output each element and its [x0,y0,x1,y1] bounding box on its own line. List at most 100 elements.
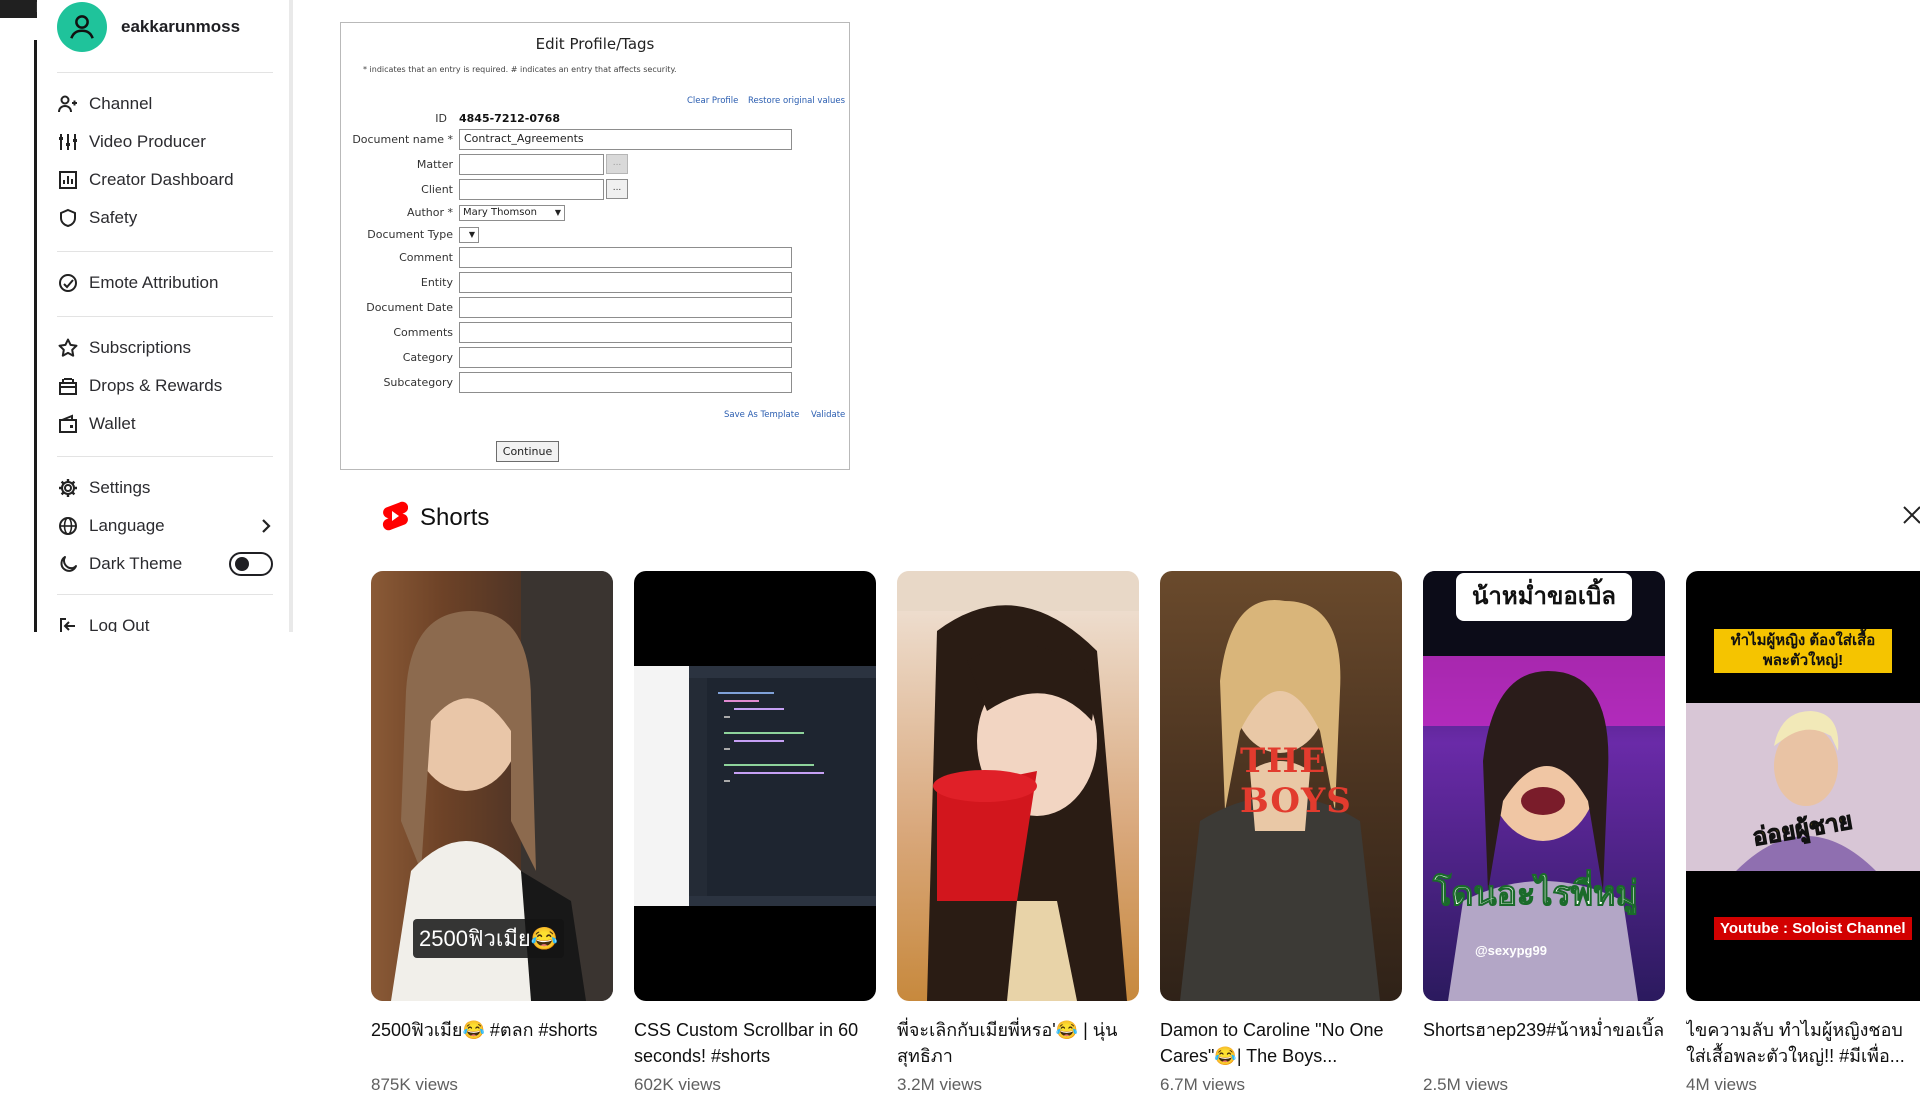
thumbnail-banner: น้าหม่ำขอเบิ้ล [1456,573,1632,621]
edit-profile-form: Edit Profile/Tags * indicates that an en… [340,22,850,470]
client-browse-button[interactable]: ... [606,179,628,199]
subcategory-field[interactable] [459,372,792,393]
menu-item-creator-dashboard[interactable]: Creator Dashboard [57,162,273,198]
document-name-label: Document name * [352,133,453,146]
moon-icon [57,553,79,575]
menu-label: Channel [89,94,153,113]
short-card[interactable]: 2500ฟิวเมีย😂 2500ฟิวเมีย😂 #ตลก #shorts 8… [371,571,613,1095]
comment-label: Comment [399,251,453,264]
menu-item-wallet[interactable]: Wallet [57,406,273,442]
restore-values-link[interactable]: Restore original values [748,96,845,106]
short-card[interactable]: THE BOYS Damon to Caroline "No One Cares… [1160,571,1402,1095]
document-name-field[interactable]: Contract_Agreements [459,129,792,150]
menu-divider [57,456,273,457]
menu-item-settings[interactable]: Settings [57,470,273,506]
author-value: Mary Thomson [463,207,537,218]
menu-user-header[interactable]: eakkarunmoss [57,2,240,52]
menu-label: Safety [89,208,138,227]
short-title[interactable]: พี่จะเลิกกับเมียพี่หรอ'😂 | นุ่น สุทธิภา [897,1017,1139,1069]
thumbnail-caption: 2500ฟิวเมีย😂 [413,919,565,958]
author-select[interactable]: Mary Thomson ▼ [459,205,565,221]
short-thumbnail[interactable] [634,571,876,1001]
short-card[interactable]: CSS Custom Scrollbar in 60 seconds! #sho… [634,571,876,1095]
short-title[interactable]: 2500ฟิวเมีย😂 #ตลก #shorts [371,1017,613,1069]
matter-browse-button[interactable]: ... [606,154,628,174]
entity-field[interactable] [459,272,792,293]
shorts-header: Shorts [382,500,489,536]
document-type-select[interactable]: ▼ [459,227,479,243]
short-thumbnail[interactable]: THE BOYS [1160,571,1402,1001]
menu-divider [57,316,273,317]
id-label: ID [435,112,447,125]
menu-label: Creator Dashboard [89,170,234,189]
document-date-field[interactable] [459,297,792,318]
menu-label: Emote Attribution [89,273,219,292]
dark-theme-toggle[interactable] [229,552,273,576]
short-title[interactable]: Shortsฮาep239#น้าหม่ำขอเบิ้ล [1423,1017,1665,1069]
thumbnail-top-text: ทำไมผู้หญิง ต้องใส่เสื้อพละตัวใหญ่! [1714,629,1892,673]
gift-icon [57,375,79,397]
menu-label: Video Producer [89,132,206,151]
matter-label: Matter [416,158,453,171]
menu-item-language[interactable]: Language [57,508,273,544]
short-views: 602K views [634,1075,721,1094]
short-title[interactable]: Damon to Caroline "No One Cares"😂| The B… [1160,1017,1402,1069]
save-as-template-link[interactable]: Save As Template [724,410,799,420]
menu-item-video-producer[interactable]: Video Producer [57,124,273,160]
menu-panel: eakkarunmoss Channel Video Producer Crea… [37,0,289,632]
short-views: 3.2M views [897,1075,983,1094]
menu-item-subscriptions[interactable]: Subscriptions [57,330,273,366]
author-label: Author * [406,206,453,219]
channel-icon [57,93,79,115]
validate-link[interactable]: Validate [811,410,845,420]
thumbnail-overlay-text: THE BOYS [1240,741,1352,821]
category-field[interactable] [459,347,792,368]
short-thumbnail[interactable]: 2500ฟิวเมีย😂 [371,571,613,1001]
menu-item-emote-attribution[interactable]: Emote Attribution [57,265,273,301]
thumbnail-channel-text: Youtube : Soloist Channel [1714,917,1912,940]
chevron-down-icon: ▼ [554,208,561,217]
short-views: 875K views [371,1075,458,1094]
client-field[interactable] [459,179,604,200]
user-icon [70,15,94,39]
short-card[interactable]: ทำไมผู้หญิง ต้องใส่เสื้อพละตัวใหญ่! อ่อย… [1686,571,1920,1095]
video-producer-icon [57,131,79,153]
wallet-icon [57,413,79,435]
document-type-label: Document Type [367,228,453,241]
form-note: * indicates that an entry is required. #… [363,65,677,74]
menu-divider [57,251,273,252]
short-thumbnail[interactable]: ทำไมผู้หญิง ต้องใส่เสื้อพละตัวใหญ่! อ่อย… [1686,571,1920,1001]
short-thumbnail[interactable] [897,571,1139,1001]
short-card[interactable]: น้าหม่ำขอเบิ้ล โดนอะไรพี่หมู่ @sexypg99 … [1423,571,1665,1095]
shield-icon [57,207,79,229]
shorts-title: Shorts [420,504,490,531]
short-thumbnail[interactable]: น้าหม่ำขอเบิ้ล โดนอะไรพี่หมู่ @sexypg99 [1423,571,1665,1001]
short-views: 2.5M views [1423,1075,1509,1094]
comment-field[interactable] [459,247,792,268]
clear-profile-link[interactable]: Clear Profile [687,96,738,106]
globe-icon [57,515,79,537]
menu-item-log-out[interactable]: Log Out [57,608,273,632]
close-icon[interactable] [1900,503,1920,527]
chevron-down-icon: ▼ [468,230,475,239]
continue-button[interactable]: Continue [496,441,559,462]
id-value: 4845-7212-0768 [459,112,560,125]
comments-field[interactable] [459,322,792,343]
short-views: 6.7M views [1160,1075,1246,1094]
menu-item-drops-rewards[interactable]: Drops & Rewards [57,368,273,404]
client-label: Client [421,183,453,196]
avatar[interactable] [57,2,107,52]
short-title[interactable]: ไขความลับ ทำไมผู้หญิงชอบใส่เสื้อพละตัวให… [1686,1017,1920,1069]
document-date-label: Document Date [366,301,453,314]
menu-label: Subscriptions [89,338,192,357]
short-title[interactable]: CSS Custom Scrollbar in 60 seconds! #sho… [634,1017,876,1069]
emote-icon [57,272,79,294]
entity-label: Entity [420,276,453,289]
category-label: Category [402,351,453,364]
menu-item-channel[interactable]: Channel [57,86,273,122]
matter-field[interactable] [459,154,604,175]
menu-item-safety[interactable]: Safety [57,200,273,236]
short-card[interactable]: พี่จะเลิกกับเมียพี่หรอ'😂 | นุ่น สุทธิภา … [897,571,1139,1095]
menu-item-dark-theme[interactable]: Dark Theme [57,546,273,582]
thumbnail-handle: @sexypg99 [1475,943,1547,958]
